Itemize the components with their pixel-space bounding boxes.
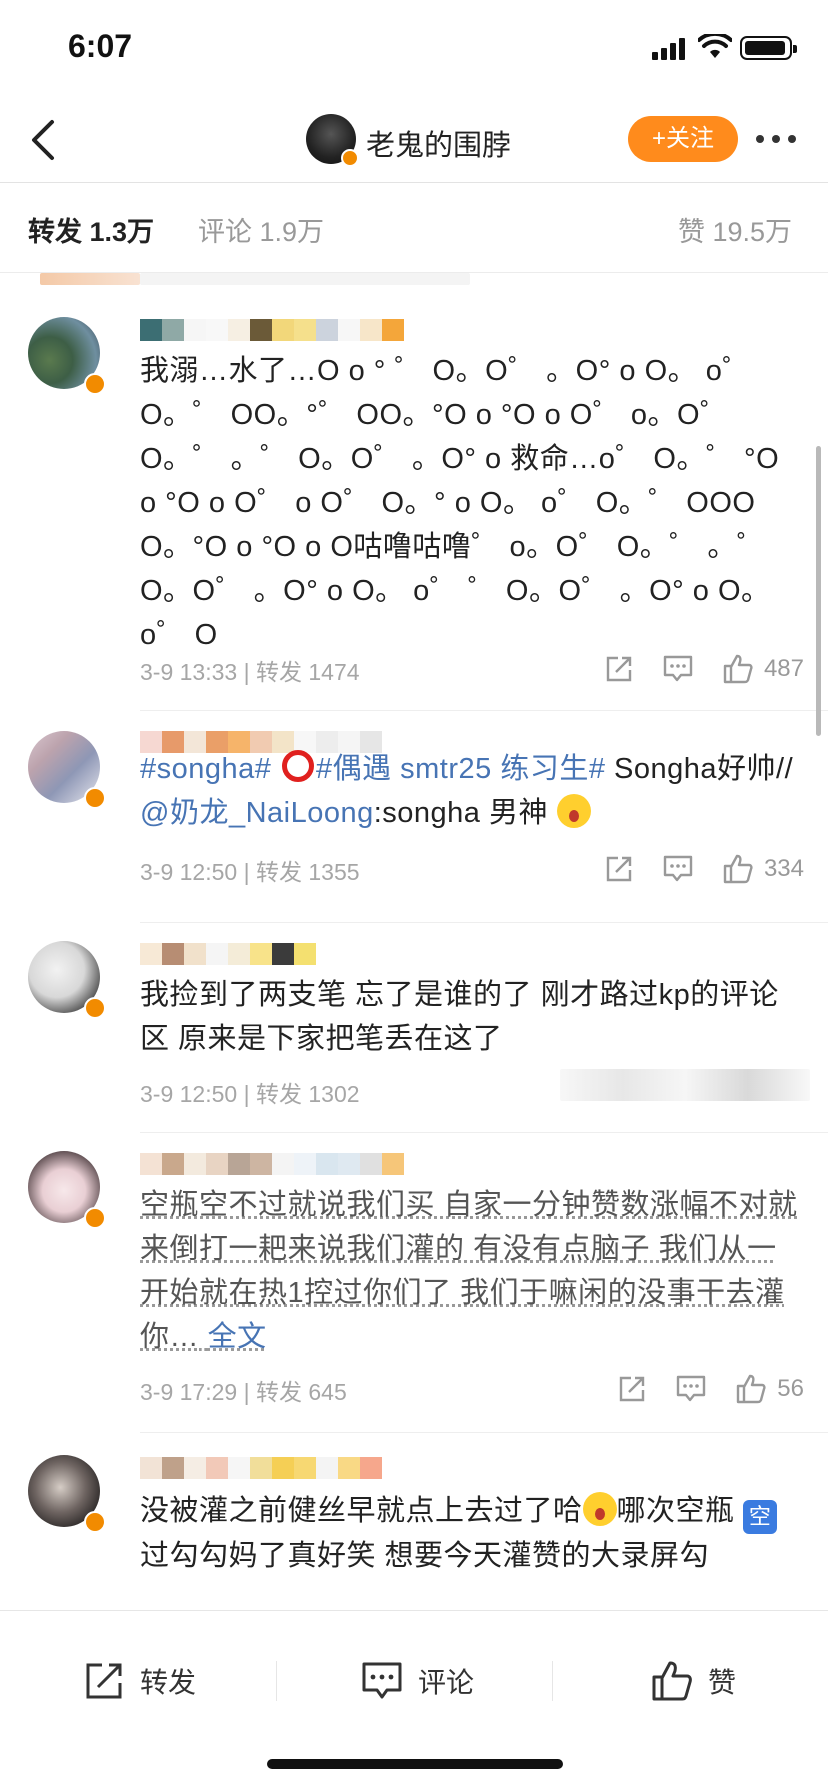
- surprised-emoji-icon: [556, 794, 591, 828]
- status-time: 6:07: [68, 28, 133, 64]
- verified-badge-icon: [84, 373, 106, 395]
- laughing-emoji-icon: [582, 1492, 617, 1526]
- avatar[interactable]: [28, 317, 108, 397]
- profile-avatar[interactable]: [306, 114, 359, 167]
- share-icon[interactable]: [617, 1374, 647, 1404]
- thumbs-up-icon: [652, 1661, 692, 1701]
- back-arrow-icon[interactable]: [20, 114, 68, 166]
- comment-icon: [362, 1662, 402, 1699]
- username-blurred[interactable]: [140, 319, 404, 341]
- repost-label: 转发: [140, 1667, 197, 1698]
- scrollbar[interactable]: [816, 446, 821, 736]
- avatar[interactable]: [28, 941, 108, 1021]
- empty-emoji-icon: 空: [743, 1500, 778, 1534]
- share-icon: [86, 1663, 122, 1699]
- repost-item[interactable]: 我溺…水了…O o ° ゜ O。O゜ 。O° o O。 o゜ O。゜ OO。°゜…: [0, 273, 828, 711]
- tab-comment[interactable]: 评论 1.9万: [198, 210, 324, 249]
- like-button[interactable]: 赞: [650, 1651, 736, 1711]
- divider: [0, 182, 828, 183]
- repost-count: 转发 1302: [255, 1081, 360, 1107]
- repost-meta: 3-9 12:50 | 转发 1355: [140, 859, 360, 885]
- status-bar: 6:07: [0, 0, 828, 100]
- comment-label: 评论: [418, 1667, 475, 1698]
- repost-time: 3-9 13:33: [140, 659, 238, 685]
- verified-badge-icon: [84, 1511, 106, 1533]
- repost-time: 3-9 12:50: [140, 1081, 238, 1107]
- repost-text: 没被灌之前健丝早就点上去过了哈 哪次空瓶 空过勾勾妈了真好笑 想要今天灌赞的大录屏…: [140, 1489, 800, 1578]
- avatar[interactable]: [28, 731, 108, 811]
- tab-like[interactable]: 赞 19.5万: [678, 210, 792, 249]
- like-button[interactable]: 56: [735, 1373, 804, 1405]
- thumbs-up-icon: [737, 1374, 766, 1404]
- verified-badge-icon: [84, 997, 106, 1019]
- repost-time: 3-9 17:29: [140, 1379, 238, 1405]
- repost-button[interactable]: 转发: [82, 1651, 196, 1711]
- wifi-icon: [698, 34, 732, 58]
- repost-actions: 487: [576, 651, 804, 687]
- like-count: 56: [777, 1375, 804, 1402]
- comment-icon[interactable]: [662, 854, 694, 884]
- avatar[interactable]: [28, 1151, 108, 1231]
- verified-badge-icon: [84, 1207, 106, 1229]
- bottom-action-bar: 转发 评论 赞: [0, 1610, 828, 1792]
- repost-actions: 334: [576, 851, 804, 887]
- share-icon[interactable]: [604, 654, 634, 684]
- like-button[interactable]: 334: [722, 853, 804, 885]
- red-circle-emoji-icon: [281, 750, 314, 782]
- repost-text: 我捡到了两支笔 忘了是谁的了 刚才路过kp的评论区 原来是下家把笔丢在这了: [140, 979, 779, 1055]
- full-text-link[interactable]: 全文: [208, 1321, 267, 1353]
- thumbs-up-icon: [723, 654, 753, 684]
- repost-meta: 3-9 17:29 | 转发 645: [140, 1379, 347, 1405]
- comment-icon[interactable]: [675, 1374, 707, 1404]
- verified-badge-icon: [84, 787, 106, 809]
- hashtag[interactable]: #偶遇 smtr25 练习生#: [316, 753, 606, 785]
- comment-button[interactable]: 评论: [360, 1651, 474, 1711]
- repost-count: 转发 645: [255, 1379, 347, 1405]
- divider: [552, 1661, 553, 1701]
- avatar[interactable]: [28, 1455, 108, 1535]
- username-blurred[interactable]: [140, 1153, 404, 1175]
- repost-list[interactable]: 我溺…水了…O o ° ゜ O。O゜ 。O° o O。 o゜ O。゜ OO。°゜…: [0, 273, 828, 1610]
- more-dots-icon[interactable]: [752, 122, 800, 156]
- battery-icon: [740, 36, 797, 60]
- repost-meta: 3-9 12:50 | 转发 1302: [140, 1081, 360, 1107]
- comment-icon[interactable]: [662, 654, 694, 684]
- blurred-content: [560, 1069, 810, 1101]
- page-title[interactable]: 老鬼的围脖: [366, 122, 511, 164]
- repost-actions: 56: [589, 1371, 804, 1407]
- repost-item[interactable]: 没被灌之前健丝早就点上去过了哈 哪次空瓶 空过勾勾妈了真好笑 想要今天灌赞的大录屏…: [0, 1433, 828, 1610]
- like-count: 487: [763, 655, 804, 682]
- verified-badge-icon: [341, 149, 359, 167]
- thumbs-up-icon: [723, 854, 753, 884]
- repost-time: 3-9 12:50: [140, 859, 238, 885]
- repost-text: #songha# #偶遇 smtr25 练习生# Songha好帅//@奶龙_N…: [140, 747, 800, 835]
- tabs-bar: 转发 1.3万 评论 1.9万 赞 19.5万: [0, 192, 828, 264]
- home-indicator[interactable]: [267, 1759, 563, 1769]
- like-count: 334: [763, 855, 804, 882]
- username-blurred[interactable]: [140, 943, 316, 965]
- repost-item[interactable]: 空瓶空不过就说我们买 自家一分钟赞数涨幅不对就来倒打一耙来说我们灌的 有没有点脑…: [0, 1133, 828, 1433]
- repost-count: 转发 1355: [255, 859, 360, 885]
- repost-meta: 3-9 13:33 | 转发 1474: [140, 659, 360, 685]
- nav-bar: 老鬼的围脖 +关注: [0, 100, 828, 182]
- cellular-signal-icon: [652, 38, 688, 60]
- tab-repost[interactable]: 转发 1.3万: [28, 210, 154, 249]
- repost-text: 我溺…水了…O o ° ゜ O。O゜ 。O° o O。 o゜ O。゜ OO。°゜…: [140, 355, 780, 651]
- repost-count: 转发 1474: [255, 659, 360, 685]
- repost-text: 空瓶空不过就说我们买 自家一分钟赞数涨幅不对就来倒打一耙来说我们灌的 有没有点脑…: [140, 1189, 798, 1353]
- like-label: 赞: [708, 1667, 737, 1698]
- share-icon[interactable]: [604, 854, 634, 884]
- follow-button[interactable]: +关注: [628, 116, 738, 162]
- username-blurred[interactable]: [140, 1457, 382, 1479]
- repost-item[interactable]: 我捡到了两支笔 忘了是谁的了 刚才路过kp的评论区 原来是下家把笔丢在这了 3-…: [0, 923, 828, 1133]
- divider: [276, 1661, 277, 1701]
- hashtag[interactable]: #songha#: [140, 753, 271, 785]
- mention-link[interactable]: @奶龙_NaiLoong: [140, 797, 374, 829]
- like-button[interactable]: 487: [722, 653, 804, 685]
- repost-item[interactable]: #songha# #偶遇 smtr25 练习生# Songha好帅//@奶龙_N…: [0, 711, 828, 923]
